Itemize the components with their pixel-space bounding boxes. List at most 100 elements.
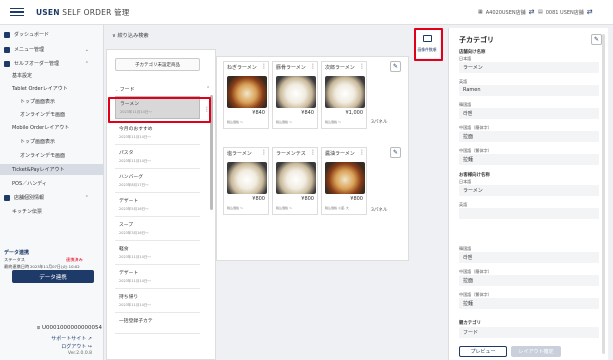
filter-toggle[interactable]: ∨ 絞り込み検索 [112,32,149,39]
sidebar-item-self-order[interactable]: セルフオーダー管理 ⌃ [0,58,104,69]
highlight-box [414,28,443,61]
category-item[interactable]: 持ち帰り 2023年11月14日～ [115,290,200,313]
category-item[interactable]: 今月のおすすめ 2023年11月14日～ [115,122,200,145]
value-field: 라멘 [459,108,599,119]
product-image [325,162,365,194]
product-card[interactable]: 豚骨ラーメン ¥840 税込価格 ～ [272,61,318,129]
dashboard-icon [4,31,10,38]
chevron-up-icon: ⌃ [84,60,89,67]
sidebar-item-tablet-top[interactable]: トップ画面表示 [0,96,104,107]
status-badge: 連携済み [66,257,83,262]
self-order-icon [4,60,10,67]
product-card[interactable]: 醤油ラーメン ¥800 税込価格 小盛, 大 [321,147,367,215]
app-title: USEN SELF ORDER 管理 [36,7,130,17]
product-card[interactable]: ラーメンテス ¥800 税込価格 ～ [272,147,318,215]
sidebar-item-ticket-layout[interactable]: Ticket&Payレイアウト [0,164,104,175]
category-item[interactable]: デザート 2023年5月16日～ [115,194,200,217]
more-options-icon[interactable]: ⋮ [310,149,316,156]
external-link-icon: ↗ [86,336,92,342]
menu-list-icon [4,46,10,53]
product-image [227,76,267,108]
category-item[interactable]: ハンバーグ 2023年8月17日～ [115,170,200,193]
detail-panel: 子カテゴリ ✎ 店舗向け名称 日本語 ラーメン 英語 Ramen 韓国語 라멘 … [448,28,608,360]
value-field: 拉麵 [459,298,599,309]
edit-icon[interactable]: ✎ [591,34,602,45]
top-bar: USEN SELF ORDER 管理 ▦ A4020USEN店舗 ⇄ ▤ 0081 U… [0,0,613,25]
product-card[interactable]: ねぎラーメン ¥840 税込価格 ～ [223,61,269,129]
sidebar: ダッシュボード メニュー管理 ⌄ セルフオーダー管理 ⌃ 基本設定 Tablet O… [0,25,104,360]
version-text: Ver.2.0.0.8 [67,351,92,356]
field-label: 店舗向け名称 [459,50,486,55]
value-field [459,208,599,219]
store-info-icon [4,194,10,201]
preview-button[interactable]: プレビュー [459,346,507,357]
support-link[interactable]: サポートサイト ↗ [4,335,92,342]
more-options-icon[interactable]: ⋮ [261,149,267,156]
panel-size-label: 3パネル [371,208,388,213]
panel-title: 子カテゴリ [459,36,494,44]
value-field: ラーメン [459,185,599,196]
logout-icon: ↪ [86,344,92,350]
highlight-box [108,97,211,123]
parent-category-label[interactable]: ⌄ フード [115,86,135,93]
panel-size-label: 3パネル [371,120,388,125]
chevron-up-icon[interactable]: ⌃ [206,86,210,92]
more-options-icon[interactable]: ⋮ [261,63,267,70]
swap-icon: ⇄ [586,8,593,16]
sidebar-item-menu[interactable]: メニュー管理 ⌄ [0,44,104,55]
value-field: Ramen [459,85,599,96]
sidebar-item-tablet-layout[interactable]: Tablet Orderレイアウト [0,83,104,94]
scrollbar[interactable] [602,34,605,354]
store-selector-2[interactable]: ▤ 0081 USEN店舗 ⇄ [538,8,593,16]
sidebar-item-basic[interactable]: 基本設定 [0,70,104,81]
edit-icon[interactable]: ✎ [390,61,401,72]
product-panel: ねぎラーメン ¥840 税込価格 ～ 豚骨ラーメン ¥840 税込価格 ～ 次郎ラーメン… [216,56,409,261]
sidebar-item-mobile-demo[interactable]: オンラインデモ画面 [0,150,104,161]
sidebar-item-dashboard[interactable]: ダッシュボード [0,29,104,40]
sidebar-item-kitchen[interactable]: キッチン伝票 [0,206,104,217]
value-field: 拉麵 [459,154,599,165]
sidebar-item-tablet-demo[interactable]: オンラインデモ画面 [0,109,104,120]
category-item[interactable]: パスタ 2023年11月14日～ [115,146,200,169]
account-id: ⍝ U0001000000000054 [36,325,102,331]
product-image [276,162,316,194]
field-label: 親カテゴリ [459,321,481,326]
chevron-up-icon: ⌃ [84,194,89,201]
category-item[interactable]: 軽食 2023年11月14日～ [115,242,200,265]
category-item[interactable]: スープ 2023年3月16日～ [115,218,200,241]
edit-icon[interactable]: ✎ [390,147,401,158]
product-image [227,162,267,194]
value-field: 拉面 [459,275,599,286]
sidebar-item-store-info[interactable]: 店舗個別情報 ⌃ [0,192,104,203]
category-item[interactable]: デザート 2023年11月14日～ [115,266,200,289]
data-link-title: データ連携 [4,250,30,256]
product-card[interactable]: 次郎ラーメン ¥1,000 税込価格 ～ [321,61,367,129]
value-field: ラーメン [459,62,599,73]
data-link-button[interactable]: データ連携 [12,270,94,283]
swap-icon: ⇄ [528,8,535,16]
value-field: 라멘 [459,252,599,263]
product-image [276,76,316,108]
product-card[interactable]: 塩ラーメン ¥800 税込価格 ～ [223,147,269,215]
value-field: フード [459,327,599,338]
product-image [325,76,365,108]
value-field: 拉面 [459,131,599,142]
store-selector-1[interactable]: ▦ A4020USEN店舗 ⇄ [478,8,535,16]
store-icon: ▤ [538,9,543,15]
category-item[interactable]: 一括登録子カテ [115,314,200,334]
chevron-down-icon: ⌄ [84,46,89,53]
more-options-icon[interactable]: ⋮ [310,63,316,70]
sidebar-item-mobile-top[interactable]: トップ画面表示 [0,136,104,147]
more-options-icon[interactable]: ⋮ [359,149,365,156]
unset-products-button[interactable]: 子カテゴリ未設定商品 [115,58,200,71]
confirm-layout-button[interactable]: レイアウト確定 [511,346,561,357]
sidebar-item-mobile-layout[interactable]: Mobile Orderレイアウト [0,122,104,133]
more-options-icon[interactable]: ⋮ [359,63,365,70]
main-area: ∨ 絞り込み検索 子カテゴリ未設定商品 ⌄ フード ⌃ ラーメン 2023年11月… [104,25,409,360]
menu-icon[interactable] [10,7,24,17]
field-label: お客様向け名称 [459,173,490,178]
sidebar-item-pos[interactable]: POS／ハンディ [0,178,104,189]
more-options-icon[interactable]: ⋮ [204,106,210,113]
category-panel: 子カテゴリ未設定商品 ⌄ フード ⌃ ラーメン 2023年11月14日～ 今月のお… [106,49,216,360]
logout-link[interactable]: ログアウト ↪ [4,343,92,350]
